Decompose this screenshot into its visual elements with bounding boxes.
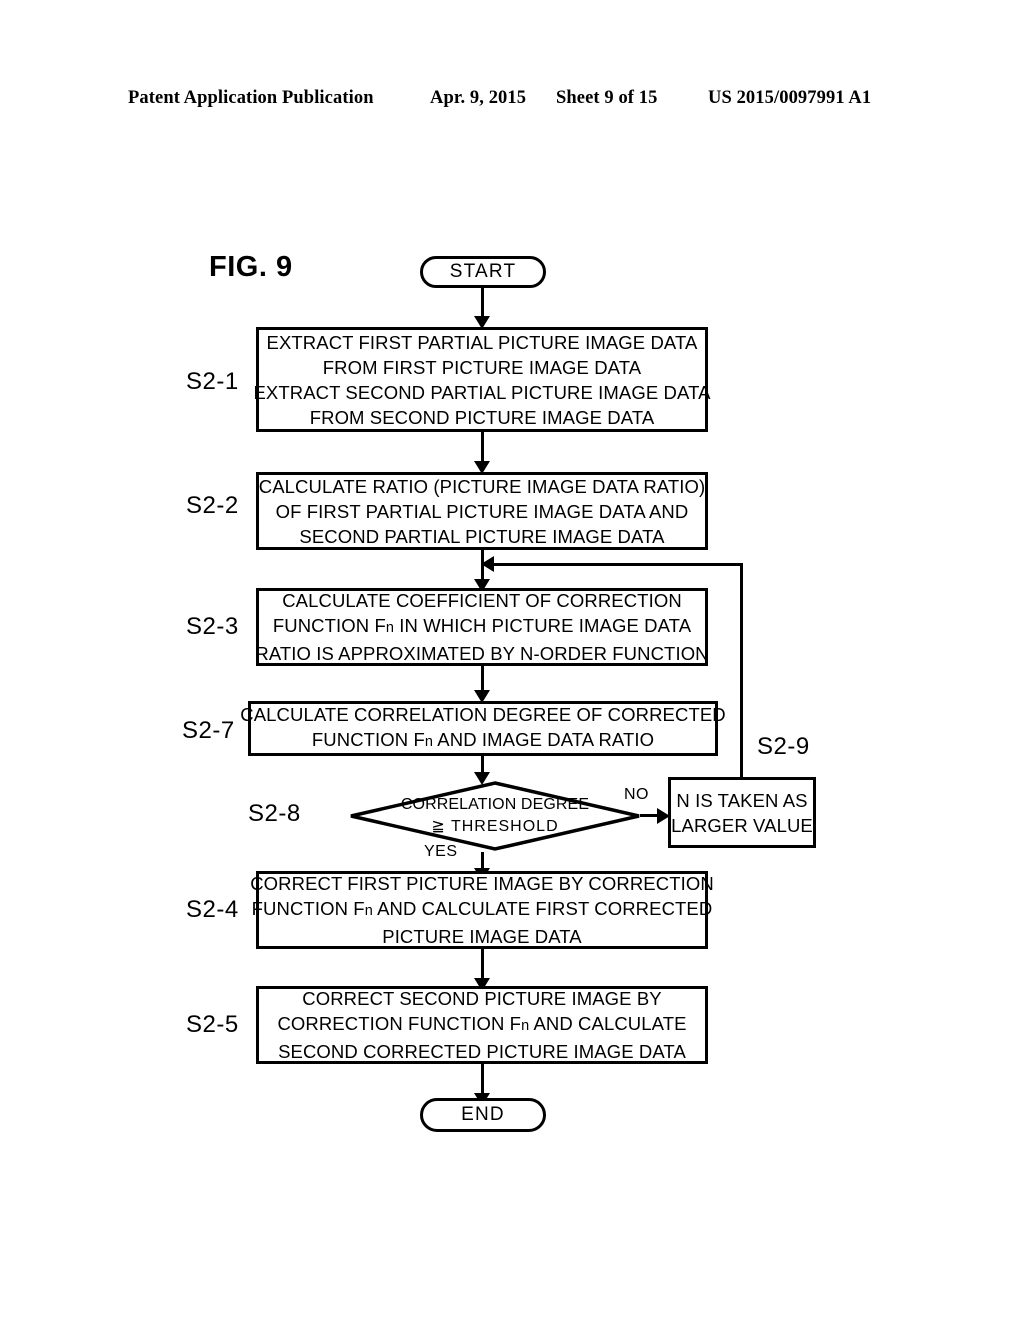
s2-5-line-2: CORRECTION FUNCTION Fn AND CALCULATE bbox=[277, 1013, 687, 1034]
s2-1-line-2: FROM FIRST PICTURE IMAGE DATA bbox=[322, 356, 642, 378]
s2-5-line-3: SECOND CORRECTED PICTURE IMAGE DATA bbox=[278, 1041, 686, 1062]
patent-header: Patent Application Publication Apr. 9, 2… bbox=[0, 88, 1024, 114]
header-date: Apr. 9, 2015 bbox=[430, 88, 527, 108]
s2-1-line-3: EXTRACT SECOND PARTIAL PICTURE IMAGE DAT… bbox=[253, 381, 711, 403]
branch-label-no: NO bbox=[624, 786, 649, 803]
step-label-s2-1: S2-1 bbox=[186, 368, 239, 395]
s2-3-line-1: CALCULATE COEFFICIENT OF CORRECTION bbox=[282, 590, 682, 611]
s2-2-line-1: CALCULATE RATIO (PICTURE IMAGE DATA RATI… bbox=[258, 475, 706, 497]
process-box-s2-1: EXTRACT FIRST PARTIAL PICTURE IMAGE DATA… bbox=[253, 327, 711, 432]
step-label-s2-7: S2-7 bbox=[182, 717, 235, 744]
start-terminator-label: START bbox=[449, 261, 517, 282]
step-label-s2-3: S2-3 bbox=[186, 613, 239, 640]
process-box-s2-4: CORRECT FIRST PICTURE IMAGE BY CORRECTIO… bbox=[250, 871, 714, 949]
s2-1-line-1: EXTRACT FIRST PARTIAL PICTURE IMAGE DATA bbox=[266, 331, 698, 353]
process-box-s2-5: CORRECT SECOND PICTURE IMAGE BY CORRECTI… bbox=[256, 986, 708, 1064]
process-box-s2-7: CALCULATE CORRELATION DEGREE OF CORRECTE… bbox=[240, 701, 726, 756]
header-sheet-number: Sheet 9 of 15 bbox=[556, 88, 658, 108]
s2-5-line-1: CORRECT SECOND PICTURE IMAGE BY bbox=[302, 988, 662, 1009]
s2-3-line-2: FUNCTION Fn IN WHICH PICTURE IMAGE DATA bbox=[272, 615, 692, 636]
feedback-loop-vertical bbox=[740, 563, 743, 777]
branch-label-yes: YES bbox=[424, 843, 458, 860]
decision-diamond-s2-8: CORRELATION DEGREE ≧ THRESHOLD bbox=[348, 780, 642, 852]
feedback-loop-arrowhead bbox=[481, 556, 494, 572]
step-label-s2-2: S2-2 bbox=[186, 492, 239, 519]
step-label-s2-8: S2-8 bbox=[248, 800, 301, 827]
header-patent-number: US 2015/0097991 A1 bbox=[708, 88, 872, 108]
figure-label: FIG. 9 bbox=[209, 251, 293, 283]
s2-4-line-2: FUNCTION Fn AND CALCULATE FIRST CORRECTE… bbox=[251, 898, 713, 919]
s2-2-line-2: OF FIRST PARTIAL PICTURE IMAGE DATA AND bbox=[275, 500, 689, 522]
process-box-s2-3: CALCULATE COEFFICIENT OF CORRECTION FUNC… bbox=[255, 588, 709, 666]
s2-2-line-3: SECOND PARTIAL PICTURE IMAGE DATA bbox=[299, 525, 665, 547]
end-terminator-label: END bbox=[461, 1104, 505, 1125]
process-box-s2-9: N IS TAKEN AS LARGER VALUE bbox=[668, 777, 816, 848]
s2-4-line-1: CORRECT FIRST PICTURE IMAGE BY CORRECTIO… bbox=[250, 873, 714, 894]
decision-diamond-shape bbox=[350, 781, 640, 851]
s2-9-line-1: N IS TAKEN AS bbox=[676, 789, 808, 811]
process-box-s2-2: CALCULATE RATIO (PICTURE IMAGE DATA RATI… bbox=[256, 472, 708, 550]
end-terminator: END bbox=[420, 1098, 546, 1132]
step-label-s2-9: S2-9 bbox=[757, 733, 810, 760]
s2-9-line-2: LARGER VALUE bbox=[671, 814, 813, 836]
step-label-s2-4: S2-4 bbox=[186, 896, 239, 923]
header-publication-title: Patent Application Publication bbox=[128, 88, 374, 108]
s2-3-line-3: RATIO IS APPROXIMATED BY N-ORDER FUNCTIO… bbox=[255, 643, 709, 664]
s2-7-line-2: FUNCTION Fn AND IMAGE DATA RATIO bbox=[311, 729, 655, 750]
feedback-loop-horizontal bbox=[481, 563, 743, 566]
s2-1-line-4: FROM SECOND PICTURE IMAGE DATA bbox=[309, 406, 655, 428]
start-terminator: START bbox=[420, 256, 546, 288]
step-label-s2-5: S2-5 bbox=[186, 1011, 239, 1038]
s2-7-line-1: CALCULATE CORRELATION DEGREE OF CORRECTE… bbox=[240, 704, 726, 725]
s2-4-line-3: PICTURE IMAGE DATA bbox=[382, 926, 582, 947]
